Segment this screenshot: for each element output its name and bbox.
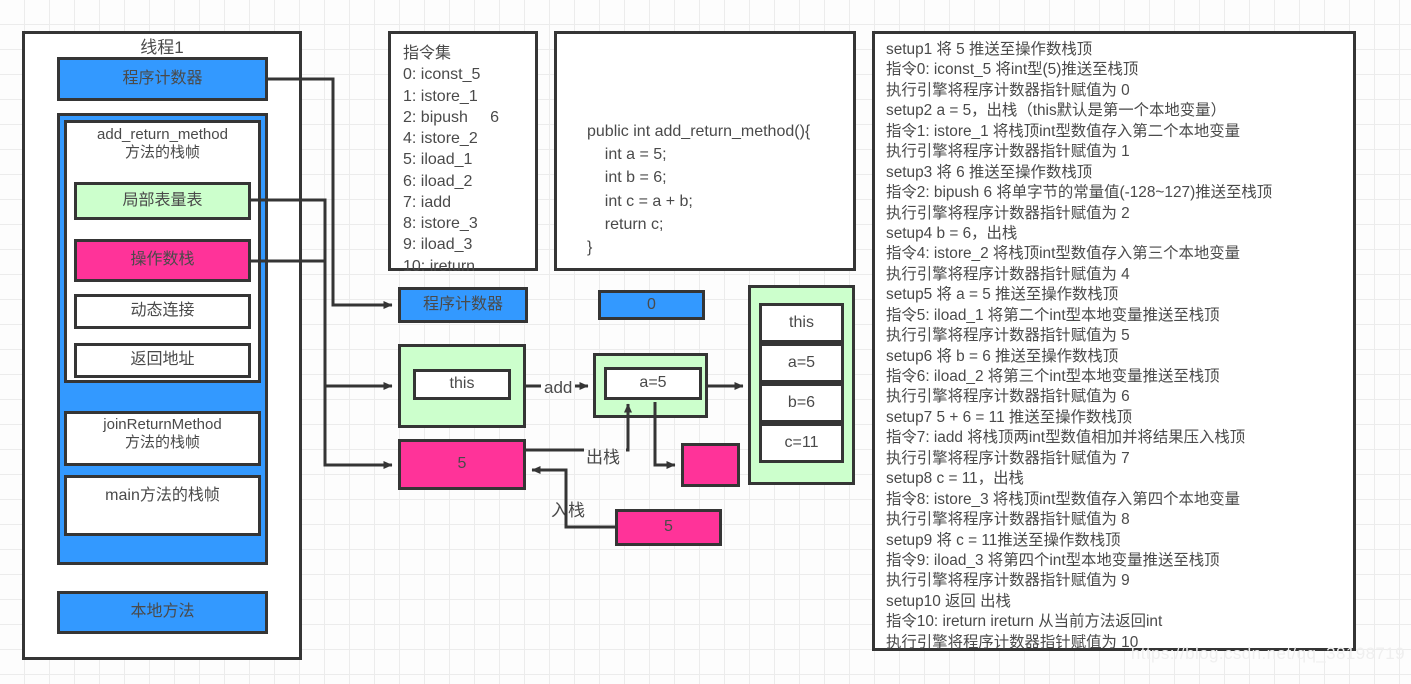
instruction-set-box: 指令集 0: iconst_5 1: istore_1 2: bipush 6 4: …: [388, 31, 538, 275]
instruction-line: 1: istore_1: [403, 87, 478, 105]
execution-log-line: 指令6: iload_2 将第三个int型本地变量推送至栈顶: [886, 368, 1220, 385]
execution-log-line: 指令4: istore_2 将栈顶int型数值存入第三个本地变量: [886, 245, 1241, 263]
instruction-line: 9: iload_3: [403, 236, 473, 254]
runtime-local-var-this-cell: this: [413, 369, 511, 400]
runtime-push-value-label: 5: [664, 518, 673, 536]
execution-log-line: 指令5: iload_1 将第二个int型本地变量推送至栈顶: [886, 306, 1220, 324]
program-counter-label: 程序计数器: [122, 69, 203, 87]
watermark: https://blog.csdn.net/qq_38198719: [1130, 644, 1405, 663]
instruction-set-title: 指令集: [403, 45, 452, 62]
runtime-operand-stack-empty: [681, 443, 740, 487]
execution-log-line: 指令1: istore_1 将栈顶int型数值存入第二个本地变量: [886, 122, 1241, 140]
execution-log-line: setup7 5 + 6 = 11 推送至操作数栈顶: [886, 408, 1133, 426]
frame-join-return-method-title: joinReturnMethod 方法的栈帧: [64, 416, 261, 453]
execution-log-line: 指令2: bipush 6 将单字节的常量值(-128~127)推送至栈顶: [886, 184, 1273, 202]
execution-log-line: setup9 将 c = 11推送至操作数栈顶: [886, 531, 1121, 549]
execution-log-line: 执行引擎将程序计数器指针赋值为 9: [886, 572, 1130, 590]
instruction-line: 4: istore_2: [403, 130, 478, 148]
push-arrow-label: 入栈: [551, 501, 585, 520]
return-address-box: 返回地址: [74, 343, 251, 378]
execution-log-line: 执行引擎将程序计数器指针赋值为 0: [886, 81, 1130, 99]
execution-log-line: setup4 b = 6，出栈: [886, 224, 1018, 242]
execution-log-line: 执行引擎将程序计数器指针赋值为 4: [886, 265, 1130, 283]
frame2-line1: joinReturnMethod: [103, 416, 222, 433]
execution-log-line: 执行引擎将程序计数器指针赋值为 7: [886, 449, 1130, 467]
runtime-local-var-a-label: a=5: [639, 374, 667, 392]
execution-log-line: setup6 将 b = 6 推送至操作数栈顶: [886, 347, 1119, 365]
frame-title-line2: 方法的栈帧: [124, 144, 200, 162]
final-local-var-cell: b=6: [759, 383, 844, 423]
frame-title-line1: add_return_method: [97, 126, 228, 143]
final-local-var-cell: this: [759, 303, 844, 343]
execution-log-line: 执行引擎将程序计数器指针赋值为 5: [886, 327, 1130, 345]
execution-log-box: setup1 将 5 推送至操作数栈顶指令0: iconst_5 将int型(5…: [872, 31, 1356, 651]
operand-stack-box: 操作数栈: [74, 239, 251, 282]
execution-log-line: 指令7: iadd 将栈顶两int型数值相加并将结果压入栈顶: [886, 429, 1246, 447]
frame-main-method-title: main方法的栈帧: [105, 487, 220, 504]
instruction-line: 10: ireturn: [403, 257, 476, 275]
execution-log-line: 执行引擎将程序计数器指针赋值为 1: [886, 143, 1130, 161]
runtime-program-counter-value-box: 0: [598, 290, 705, 320]
execution-log-list: setup1 将 5 推送至操作数栈顶指令0: iconst_5 将int型(5…: [886, 40, 1353, 653]
add-arrow-label: add: [544, 378, 573, 397]
final-local-var-cell: a=5: [759, 343, 844, 383]
frame-add-return-method-title: add_return_method 方法的栈帧: [64, 126, 261, 163]
execution-log-line: 指令9: iload_3 将第四个int型本地变量推送至栈顶: [886, 551, 1220, 569]
dynamic-link-label: 动态连接: [130, 302, 195, 320]
runtime-push-value-box: 5: [615, 509, 722, 546]
pop-arrow-label: 出栈: [586, 448, 620, 467]
runtime-operand-stack-five-label: 5: [457, 455, 467, 473]
diagram-canvas: 线程1 程序计数器 add_return_method 方法的栈帧 局部表量表 …: [0, 0, 1411, 684]
execution-log-line: 执行引擎将程序计数器指针赋值为 2: [886, 204, 1130, 222]
source-code-box: public int add_return_method(){ int a = …: [554, 31, 856, 271]
instruction-line: 0: iconst_5: [403, 66, 481, 84]
runtime-operand-stack-five: 5: [398, 439, 526, 490]
frame2-line2: 方法的栈帧: [124, 434, 200, 452]
instruction-line: 5: iload_1: [403, 151, 473, 169]
execution-log-line: setup1 将 5 推送至操作数栈顶: [886, 41, 1093, 58]
final-local-var-cell: c=11: [759, 423, 844, 463]
execution-log-line: 指令8: istore_3 将栈顶int型数值存入第四个本地变量: [886, 490, 1241, 508]
instruction-line: 6: iload_2: [403, 172, 473, 190]
local-variable-table-box: 局部表量表: [74, 182, 251, 220]
dynamic-link-box: 动态连接: [74, 294, 251, 329]
execution-log-line: 指令10: ireturn ireturn 从当前方法返回int: [886, 613, 1163, 631]
instruction-line: 8: istore_3: [403, 215, 478, 233]
execution-log-line: setup2 a = 5，出栈（this默认是第一个本地变量）: [886, 102, 1226, 120]
native-method-box: 本地方法: [57, 591, 268, 634]
execution-log-line: setup3 将 6 推送至操作数栈顶: [886, 163, 1093, 181]
instruction-line: 2: bipush 6: [403, 108, 500, 126]
execution-log-line: setup5 将 a = 5 推送至操作数栈顶: [886, 286, 1119, 304]
instruction-line: 7: iadd: [403, 193, 452, 211]
local-variable-table-label: 局部表量表: [122, 191, 203, 209]
runtime-program-counter-value: 0: [647, 295, 656, 313]
execution-log-line: 执行引擎将程序计数器指针赋值为 6: [886, 388, 1130, 406]
runtime-program-counter-label: 程序计数器: [422, 295, 503, 313]
execution-log-line: setup10 返回 出栈: [886, 592, 1011, 610]
source-code-text: public int add_return_method(){ int a = …: [587, 123, 811, 256]
instruction-set-list: 0: iconst_5 1: istore_1 2: bipush 6 4: isto…: [403, 64, 535, 277]
runtime-local-var-this-label: this: [449, 375, 475, 393]
runtime-program-counter-box: 程序计数器: [398, 287, 528, 323]
execution-log-line: setup8 c = 11，出栈: [886, 470, 1024, 488]
execution-log-line: 指令0: iconst_5 将int型(5)推送至栈顶: [886, 61, 1139, 79]
native-method-label: 本地方法: [130, 603, 195, 621]
program-counter-box: 程序计数器: [57, 57, 268, 101]
runtime-local-var-a-cell: a=5: [604, 367, 702, 400]
operand-stack-label: 操作数栈: [130, 251, 195, 269]
thread-title: 线程1: [140, 38, 184, 57]
return-address-label: 返回地址: [130, 351, 195, 369]
execution-log-line: 执行引擎将程序计数器指针赋值为 8: [886, 511, 1130, 529]
